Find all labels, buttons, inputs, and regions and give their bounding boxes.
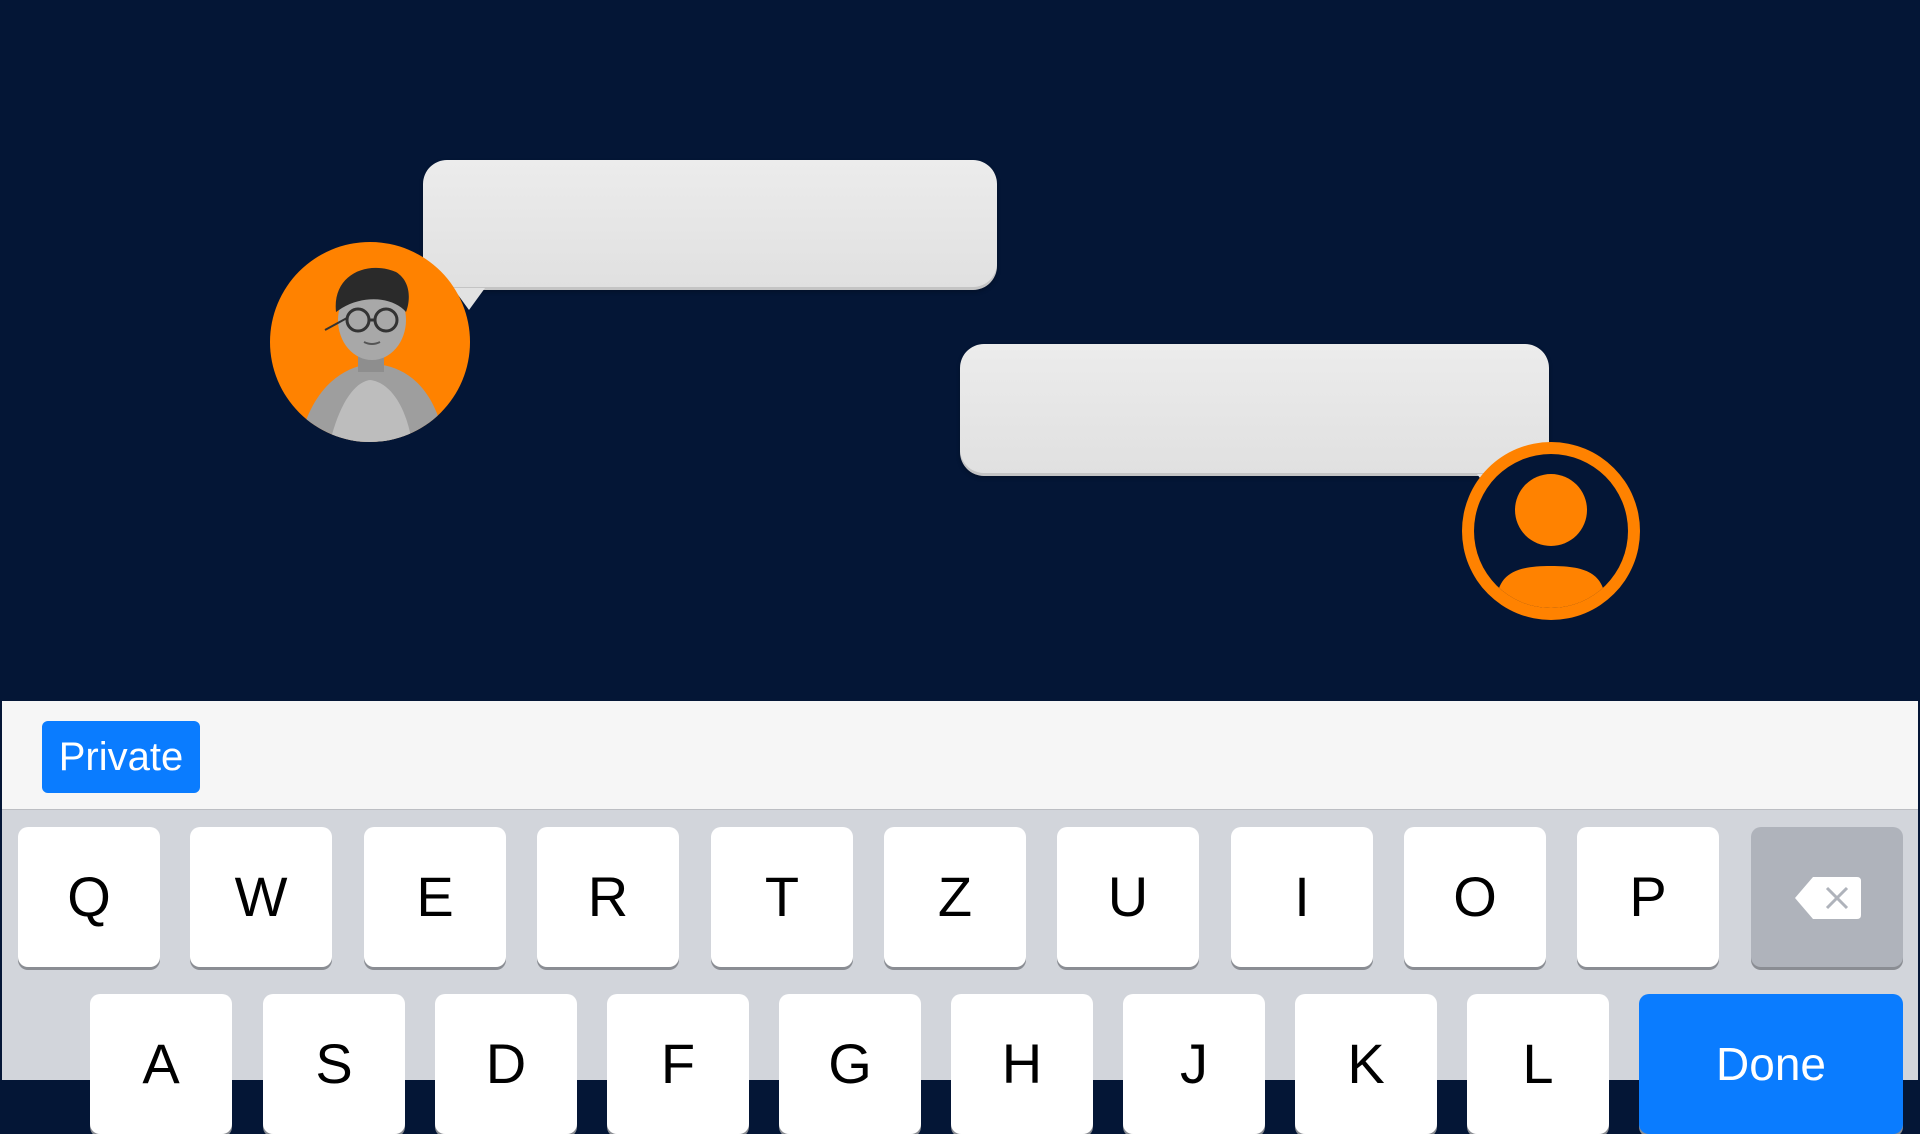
key-i[interactable]: I: [1231, 827, 1373, 967]
keyboard: Q W E R T Z U I O P A S D F G H J K L Do…: [2, 810, 1918, 1134]
key-h[interactable]: H: [951, 994, 1093, 1134]
key-a[interactable]: A: [90, 994, 232, 1134]
user-avatar: [1462, 442, 1640, 620]
outgoing-message-bubble: [960, 344, 1549, 496]
key-j[interactable]: J: [1123, 994, 1265, 1134]
key-w[interactable]: W: [190, 827, 332, 967]
chat-area: [0, 0, 1920, 700]
suggestion-bar: Private: [2, 701, 1918, 810]
key-r[interactable]: R: [537, 827, 679, 967]
contact-avatar: [270, 242, 470, 442]
key-g[interactable]: G: [779, 994, 921, 1134]
backspace-icon: [1795, 877, 1861, 919]
key-u[interactable]: U: [1057, 827, 1199, 967]
key-f[interactable]: F: [607, 994, 749, 1134]
contact-photo-icon: [300, 267, 445, 442]
key-o[interactable]: O: [1404, 827, 1546, 967]
key-d[interactable]: D: [435, 994, 577, 1134]
key-p[interactable]: P: [1577, 827, 1719, 967]
key-k[interactable]: K: [1295, 994, 1437, 1134]
private-button[interactable]: Private: [42, 721, 200, 793]
backspace-key[interactable]: [1751, 827, 1903, 967]
incoming-message-bubble: [423, 160, 997, 310]
key-z[interactable]: Z: [884, 827, 1026, 967]
key-t[interactable]: T: [711, 827, 853, 967]
key-e[interactable]: E: [364, 827, 506, 967]
done-button[interactable]: Done: [1639, 994, 1903, 1134]
key-l[interactable]: L: [1467, 994, 1609, 1134]
person-icon: [1496, 474, 1606, 608]
key-s[interactable]: S: [263, 994, 405, 1134]
key-q[interactable]: Q: [18, 827, 160, 967]
